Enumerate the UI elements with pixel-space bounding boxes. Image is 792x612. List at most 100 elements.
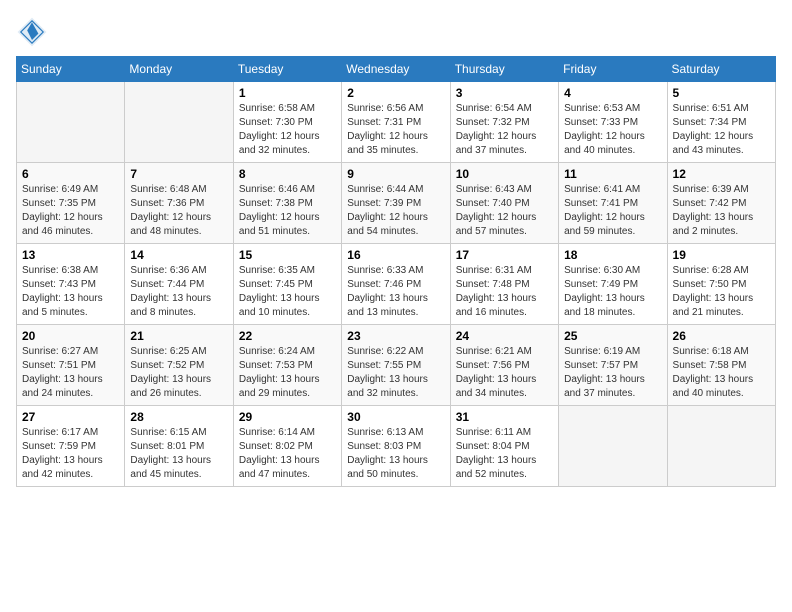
calendar-cell: 23 Sunrise: 6:22 AM Sunset: 7:55 PM Dayli… — [342, 325, 450, 406]
calendar-week-row: 1 Sunrise: 6:58 AM Sunset: 7:30 PM Daylig… — [17, 82, 776, 163]
day-detail: Sunrise: 6:30 AM Sunset: 7:49 PM Dayligh… — [564, 264, 661, 320]
calendar-cell: 3 Sunrise: 6:54 AM Sunset: 7:32 PM Daylig… — [450, 82, 558, 163]
day-number: 26 — [673, 329, 770, 343]
calendar-cell: 21Sunrise: 6:25 AM Sunset: 7:52 PM Dayli… — [125, 325, 233, 406]
calendar-cell: 28 Sunrise: 6:15 AM Sunset: 8:01 PM Dayli… — [125, 406, 233, 487]
day-number: 15 — [239, 248, 336, 262]
day-detail: Sunrise: 6:22 AM Sunset: 7:55 PM Dayligh… — [347, 345, 444, 401]
day-number: 13 — [22, 248, 119, 262]
day-detail: Sunrise: 6:56 AM Sunset: 7:31 PM Dayligh… — [347, 102, 444, 158]
day-number: 1 — [239, 86, 336, 100]
calendar-cell: 6 Sunrise: 6:49 AM Sunset: 7:35 PM Daylig… — [17, 163, 125, 244]
day-detail: Sunrise: 6:53 AM Sunset: 7:33 PM Dayligh… — [564, 102, 661, 158]
day-detail: Sunrise: 6:38 AM Sunset: 7:43 PM Dayligh… — [22, 264, 119, 320]
day-number: 6 — [22, 167, 119, 181]
day-detail: Sunrise: 6:54 AM Sunset: 7:32 PM Dayligh… — [456, 102, 553, 158]
day-number: 12 — [673, 167, 770, 181]
day-header-thursday: Thursday — [450, 57, 558, 82]
calendar-cell: 17Sunrise: 6:31 AM Sunset: 7:48 PM Dayli… — [450, 244, 558, 325]
day-number: 18 — [564, 248, 661, 262]
day-header-wednesday: Wednesday — [342, 57, 450, 82]
day-number: 4 — [564, 86, 661, 100]
calendar-cell: 13 Sunrise: 6:38 AM Sunset: 7:43 PM Dayli… — [17, 244, 125, 325]
day-number: 3 — [456, 86, 553, 100]
day-detail: Sunrise: 6:24 AM Sunset: 7:53 PM Dayligh… — [239, 345, 336, 401]
day-detail: Sunrise: 6:28 AM Sunset: 7:50 PM Dayligh… — [673, 264, 770, 320]
calendar-cell: 1 Sunrise: 6:58 AM Sunset: 7:30 PM Daylig… — [233, 82, 341, 163]
day-number: 8 — [239, 167, 336, 181]
day-header-saturday: Saturday — [667, 57, 775, 82]
day-detail: Sunrise: 6:33 AM Sunset: 7:46 PM Dayligh… — [347, 264, 444, 320]
day-detail: Sunrise: 6:49 AM Sunset: 7:35 PM Dayligh… — [22, 183, 119, 239]
day-header-friday: Friday — [559, 57, 667, 82]
day-detail: Sunrise: 6:48 AM Sunset: 7:36 PM Dayligh… — [130, 183, 227, 239]
day-detail: Sunrise: 6:39 AM Sunset: 7:42 PM Dayligh… — [673, 183, 770, 239]
day-number: 2 — [347, 86, 444, 100]
calendar-cell — [125, 82, 233, 163]
day-number: 7 — [130, 167, 227, 181]
day-number: 31 — [456, 410, 553, 424]
day-number: 10 — [456, 167, 553, 181]
logo — [16, 16, 52, 48]
day-detail: Sunrise: 6:41 AM Sunset: 7:41 PM Dayligh… — [564, 183, 661, 239]
calendar-cell: 27Sunrise: 6:17 AM Sunset: 7:59 PM Dayli… — [17, 406, 125, 487]
calendar-table: SundayMondayTuesdayWednesdayThursdayFrid… — [16, 56, 776, 487]
calendar-cell: 20 Sunrise: 6:27 AM Sunset: 7:51 PM Dayli… — [17, 325, 125, 406]
logo-icon — [16, 16, 48, 48]
day-number: 23 — [347, 329, 444, 343]
day-number: 20 — [22, 329, 119, 343]
calendar-cell: 22Sunrise: 6:24 AM Sunset: 7:53 PM Dayli… — [233, 325, 341, 406]
day-detail: Sunrise: 6:25 AM Sunset: 7:52 PM Dayligh… — [130, 345, 227, 401]
day-number: 30 — [347, 410, 444, 424]
day-number: 19 — [673, 248, 770, 262]
calendar-cell — [667, 406, 775, 487]
calendar-week-row: 27Sunrise: 6:17 AM Sunset: 7:59 PM Dayli… — [17, 406, 776, 487]
day-number: 9 — [347, 167, 444, 181]
day-detail: Sunrise: 6:31 AM Sunset: 7:48 PM Dayligh… — [456, 264, 553, 320]
calendar-cell: 12 Sunrise: 6:39 AM Sunset: 7:42 PM Dayli… — [667, 163, 775, 244]
day-number: 28 — [130, 410, 227, 424]
calendar-cell — [17, 82, 125, 163]
day-detail: Sunrise: 6:44 AM Sunset: 7:39 PM Dayligh… — [347, 183, 444, 239]
day-detail: Sunrise: 6:13 AM Sunset: 8:03 PM Dayligh… — [347, 426, 444, 482]
day-number: 29 — [239, 410, 336, 424]
calendar-header-row: SundayMondayTuesdayWednesdayThursdayFrid… — [17, 57, 776, 82]
calendar-week-row: 13 Sunrise: 6:38 AM Sunset: 7:43 PM Dayli… — [17, 244, 776, 325]
calendar-cell — [559, 406, 667, 487]
calendar-cell: 4 Sunrise: 6:53 AM Sunset: 7:33 PM Daylig… — [559, 82, 667, 163]
page-header — [16, 16, 776, 48]
day-detail: Sunrise: 6:17 AM Sunset: 7:59 PM Dayligh… — [22, 426, 119, 482]
day-detail: Sunrise: 6:27 AM Sunset: 7:51 PM Dayligh… — [22, 345, 119, 401]
day-detail: Sunrise: 6:14 AM Sunset: 8:02 PM Dayligh… — [239, 426, 336, 482]
calendar-cell: 30 Sunrise: 6:13 AM Sunset: 8:03 PM Dayli… — [342, 406, 450, 487]
day-number: 25 — [564, 329, 661, 343]
calendar-cell: 24Sunrise: 6:21 AM Sunset: 7:56 PM Dayli… — [450, 325, 558, 406]
day-header-monday: Monday — [125, 57, 233, 82]
day-header-sunday: Sunday — [17, 57, 125, 82]
day-number: 14 — [130, 248, 227, 262]
day-detail: Sunrise: 6:15 AM Sunset: 8:01 PM Dayligh… — [130, 426, 227, 482]
day-detail: Sunrise: 6:36 AM Sunset: 7:44 PM Dayligh… — [130, 264, 227, 320]
calendar-cell: 15 Sunrise: 6:35 AM Sunset: 7:45 PM Dayli… — [233, 244, 341, 325]
calendar-cell: 10 Sunrise: 6:43 AM Sunset: 7:40 PM Dayli… — [450, 163, 558, 244]
calendar-week-row: 6 Sunrise: 6:49 AM Sunset: 7:35 PM Daylig… — [17, 163, 776, 244]
day-detail: Sunrise: 6:19 AM Sunset: 7:57 PM Dayligh… — [564, 345, 661, 401]
day-number: 16 — [347, 248, 444, 262]
day-detail: Sunrise: 6:58 AM Sunset: 7:30 PM Dayligh… — [239, 102, 336, 158]
calendar-cell: 18 Sunrise: 6:30 AM Sunset: 7:49 PM Dayli… — [559, 244, 667, 325]
calendar-cell: 14 Sunrise: 6:36 AM Sunset: 7:44 PM Dayli… — [125, 244, 233, 325]
day-detail: Sunrise: 6:43 AM Sunset: 7:40 PM Dayligh… — [456, 183, 553, 239]
calendar-cell: 29 Sunrise: 6:14 AM Sunset: 8:02 PM Dayli… — [233, 406, 341, 487]
calendar-cell: 26Sunrise: 6:18 AM Sunset: 7:58 PM Dayli… — [667, 325, 775, 406]
calendar-cell: 5Sunrise: 6:51 AM Sunset: 7:34 PM Daylig… — [667, 82, 775, 163]
day-detail: Sunrise: 6:35 AM Sunset: 7:45 PM Dayligh… — [239, 264, 336, 320]
calendar-cell: 25 Sunrise: 6:19 AM Sunset: 7:57 PM Dayli… — [559, 325, 667, 406]
day-header-tuesday: Tuesday — [233, 57, 341, 82]
day-detail: Sunrise: 6:21 AM Sunset: 7:56 PM Dayligh… — [456, 345, 553, 401]
calendar-week-row: 20 Sunrise: 6:27 AM Sunset: 7:51 PM Dayli… — [17, 325, 776, 406]
calendar-cell: 2 Sunrise: 6:56 AM Sunset: 7:31 PM Daylig… — [342, 82, 450, 163]
calendar-cell: 31Sunrise: 6:11 AM Sunset: 8:04 PM Dayli… — [450, 406, 558, 487]
day-number: 11 — [564, 167, 661, 181]
day-detail: Sunrise: 6:46 AM Sunset: 7:38 PM Dayligh… — [239, 183, 336, 239]
calendar-cell: 7 Sunrise: 6:48 AM Sunset: 7:36 PM Daylig… — [125, 163, 233, 244]
